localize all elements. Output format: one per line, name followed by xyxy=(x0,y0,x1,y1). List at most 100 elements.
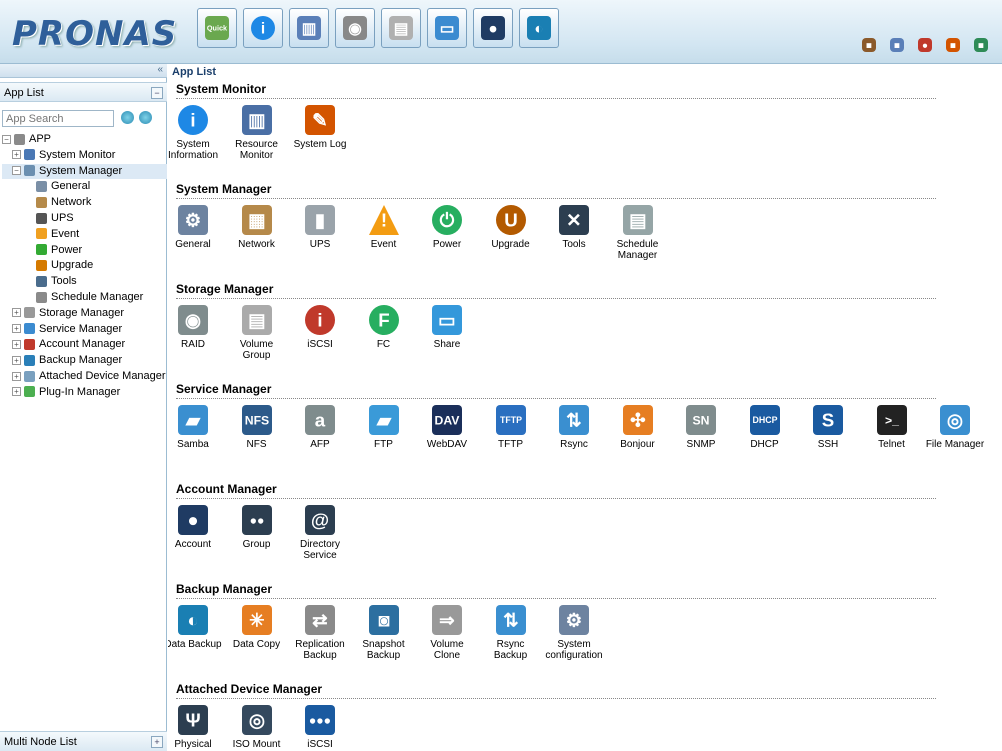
app-ssh[interactable]: S SSH xyxy=(797,403,859,450)
collapse-icon[interactable]: − xyxy=(12,166,21,176)
iscsi-icon: i xyxy=(303,303,337,337)
tree-item[interactable]: UPS xyxy=(2,211,167,227)
toolbar-quick-button[interactable]: Quick xyxy=(197,8,237,48)
app-system-information[interactable]: i System Information xyxy=(168,103,224,161)
toolbar-resource-button[interactable]: ▥ xyxy=(289,8,329,48)
tree-item[interactable]: Schedule Manager xyxy=(2,290,167,306)
app-directory-service[interactable]: @ Directory Service xyxy=(289,503,351,561)
tree-item[interactable]: Tools xyxy=(2,274,167,290)
expand-icon[interactable]: + xyxy=(12,150,21,160)
app-iscsi[interactable]: ●●● iSCSI xyxy=(289,703,351,750)
app-snmp[interactable]: SN SNMP xyxy=(670,403,732,450)
expand-icon[interactable]: + xyxy=(12,339,21,349)
app-physical[interactable]: Ψ Physical xyxy=(168,703,224,750)
app-general[interactable]: ⚙ General xyxy=(168,203,224,250)
app-volume-group[interactable]: ▤ Volume Group xyxy=(226,303,288,361)
toolbar-share-button[interactable]: ▭ xyxy=(427,8,467,48)
tree-item[interactable]: + Service Manager xyxy=(2,322,167,338)
home-icon[interactable]: ■ xyxy=(944,36,964,54)
app-raid[interactable]: ◉ RAID xyxy=(168,303,224,350)
tree-item[interactable]: Power xyxy=(2,243,167,259)
svg-text:◉: ◉ xyxy=(348,21,361,38)
multi-node-expand-button[interactable]: + xyxy=(151,736,163,748)
app-account[interactable]: ● Account xyxy=(168,503,224,550)
app-fc[interactable]: F FC xyxy=(353,303,415,350)
app-system-configuration[interactable]: ⚙ System configuration xyxy=(543,603,605,661)
tree-item[interactable]: Upgrade xyxy=(2,258,167,274)
collapse-bar[interactable]: « xyxy=(0,64,167,78)
folder-icon[interactable]: ■ xyxy=(888,36,908,54)
app-snapshot-backup[interactable]: ◙ Snapshot Backup xyxy=(353,603,415,661)
app-webdav[interactable]: DAV WebDAV xyxy=(416,403,478,450)
tree-item[interactable]: − APP xyxy=(2,132,167,148)
app-group[interactable]: ●● Group xyxy=(226,503,288,550)
tree-item[interactable]: + Attached Device Manager xyxy=(2,369,167,385)
app-volume-clone[interactable]: ⇒ Volume Clone xyxy=(416,603,478,661)
tools-icon: ✕ xyxy=(557,203,591,237)
app-data-backup[interactable]: ◐ Data Backup xyxy=(168,603,224,650)
toolbar-raid-button[interactable]: ◉ xyxy=(335,8,375,48)
app-schedule-manager[interactable]: ▤ Schedule Manager xyxy=(607,203,669,261)
app-search-input[interactable] xyxy=(2,110,114,127)
toolbar-info-button[interactable]: i xyxy=(243,8,283,48)
app-tftp[interactable]: TFTP TFTP xyxy=(480,403,542,450)
app-dhcp[interactable]: DHCP DHCP xyxy=(734,403,796,450)
app-power[interactable]: ⏻ Power xyxy=(416,203,478,250)
tree-item[interactable]: General xyxy=(2,179,167,195)
tree-item[interactable]: + Storage Manager xyxy=(2,306,167,322)
svg-text:◎: ◎ xyxy=(947,410,963,431)
app-network[interactable]: ▦ Network xyxy=(226,203,288,250)
tree-item-label: Upgrade xyxy=(51,259,94,272)
app-file-manager[interactable]: ◎ File Manager xyxy=(924,403,986,450)
monitor-icon[interactable]: ■ xyxy=(860,36,880,54)
svg-text:●: ● xyxy=(922,41,928,52)
toolbar-volume-button[interactable]: ▤ xyxy=(381,8,421,48)
logout-icon[interactable]: ■ xyxy=(972,36,992,54)
svg-text:TFTP: TFTP xyxy=(499,415,521,425)
svg-text:■: ■ xyxy=(894,41,900,52)
user-icon[interactable]: ● xyxy=(916,36,936,54)
app-event[interactable]: ! Event xyxy=(353,203,415,250)
search-go-icon[interactable] xyxy=(121,111,134,124)
app-rsync[interactable]: ⇅ Rsync xyxy=(543,403,605,450)
app-bonjour[interactable]: ✣ Bonjour xyxy=(607,403,669,450)
expand-icon[interactable]: + xyxy=(12,324,21,334)
app-resource-monitor[interactable]: ▥ Resource Monitor xyxy=(226,103,288,161)
app-tools[interactable]: ✕ Tools xyxy=(543,203,605,250)
section-title: Backup Manager xyxy=(176,582,936,599)
multi-node-list-bar[interactable]: Multi Node List + xyxy=(0,731,167,751)
search-clear-icon[interactable] xyxy=(139,111,152,124)
panel-collapse-button[interactable]: − xyxy=(151,87,163,99)
app-iso-mount[interactable]: ◎ ISO Mount xyxy=(226,703,288,750)
toolbar-backup-button[interactable]: ◐ xyxy=(519,8,559,48)
app-data-copy[interactable]: ✳ Data Copy xyxy=(226,603,288,650)
tree-item[interactable]: + Account Manager xyxy=(2,337,167,353)
collapse-icon[interactable]: « xyxy=(157,64,163,75)
warning-icon xyxy=(36,228,47,240)
tree-item[interactable]: Network xyxy=(2,195,167,211)
toolbar-account-button[interactable]: ● xyxy=(473,8,513,48)
app-upgrade[interactable]: U Upgrade xyxy=(480,203,542,250)
app-label: Schedule Manager xyxy=(616,239,659,261)
app-rsync-backup[interactable]: ⇅ Rsync Backup xyxy=(480,603,542,661)
app-ups[interactable]: ▮ UPS xyxy=(289,203,351,250)
app-nfs[interactable]: NFS NFS xyxy=(226,403,288,450)
app-samba[interactable]: ▰ Samba xyxy=(168,403,224,450)
tree-item[interactable]: − System Manager xyxy=(2,163,167,180)
tree-item[interactable]: + Backup Manager xyxy=(2,353,167,369)
expand-icon[interactable]: + xyxy=(12,387,21,397)
app-afp[interactable]: a AFP xyxy=(289,403,351,450)
expand-icon[interactable]: + xyxy=(12,355,21,365)
expand-icon[interactable]: + xyxy=(12,308,21,318)
collapse-icon[interactable]: − xyxy=(2,134,11,144)
app-replication-backup[interactable]: ⇄ Replication Backup xyxy=(289,603,351,661)
tree-item[interactable]: + System Monitor xyxy=(2,148,167,164)
app-system-log[interactable]: ✎ System Log xyxy=(289,103,351,150)
app-iscsi[interactable]: i iSCSI xyxy=(289,303,351,350)
tree-item[interactable]: + Plug-In Manager xyxy=(2,385,167,401)
app-share[interactable]: ▭ Share xyxy=(416,303,478,350)
expand-icon[interactable]: + xyxy=(12,371,21,381)
app-ftp[interactable]: ▰ FTP xyxy=(353,403,415,450)
tree-item[interactable]: Event xyxy=(2,227,167,243)
app-telnet[interactable]: >_ Telnet xyxy=(861,403,923,450)
